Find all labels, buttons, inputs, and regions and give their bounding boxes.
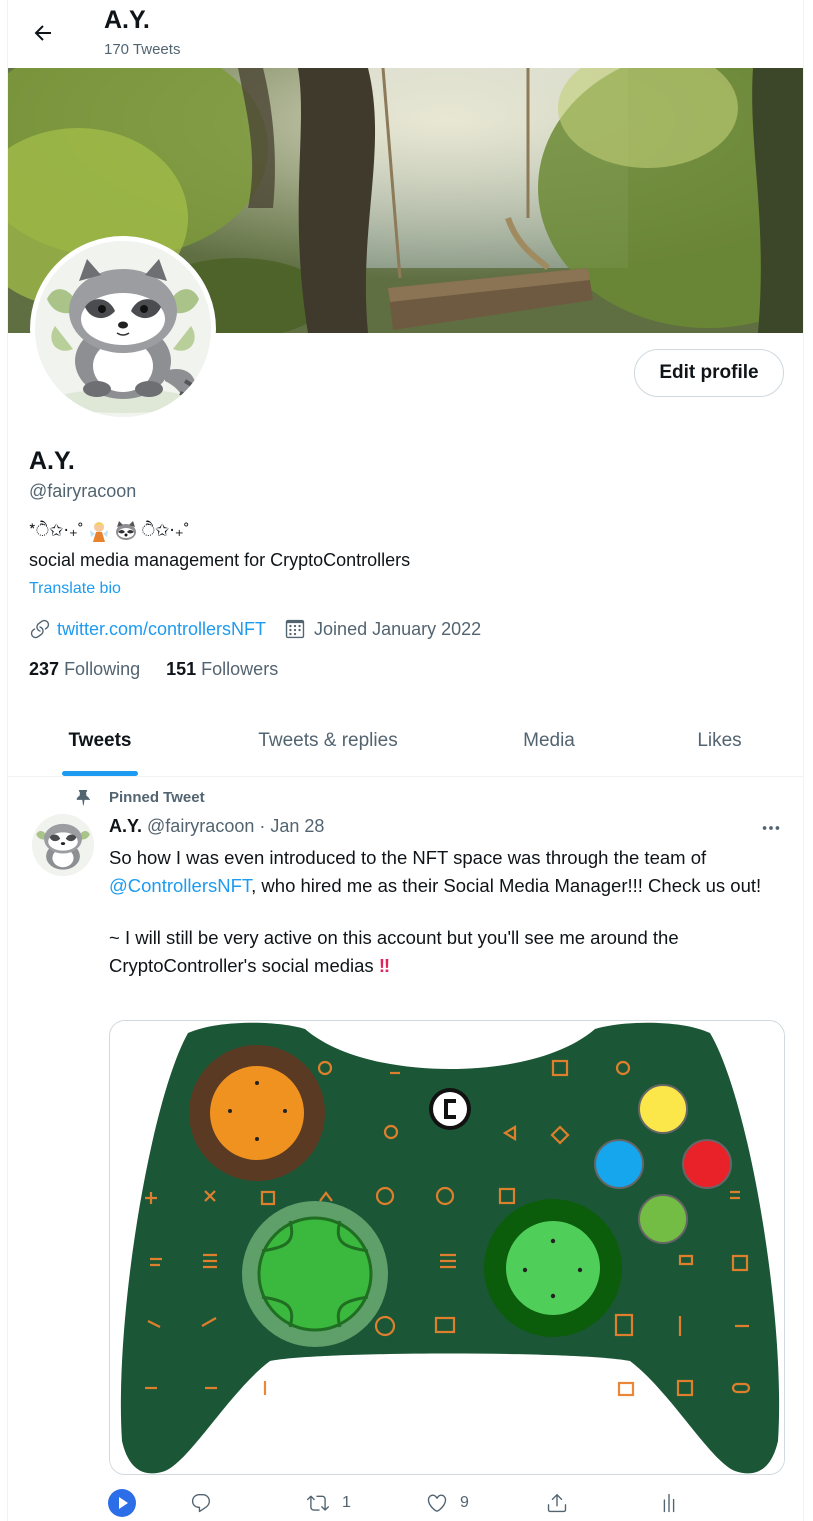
back-arrow-icon: [34, 25, 51, 41]
profile-column: A.Y. 170 Tweets Edit profile A.Y. @fairy…: [7, 0, 804, 1521]
play-button[interactable]: [108, 1486, 136, 1520]
like-button[interactable]: 9: [426, 1486, 469, 1520]
profile-tabs: Tweets Tweets & replies Media Likes: [8, 706, 803, 777]
header-name: A.Y.: [104, 6, 150, 34]
tab-tweets-and-replies[interactable]: Tweets & replies: [192, 706, 464, 776]
following-link[interactable]: 237 Following: [29, 659, 140, 680]
raccoon-emoji-icon: [115, 521, 136, 540]
followers-label: Followers: [201, 659, 279, 679]
tweet-text-2: , who hired me as their Social Media Man…: [251, 874, 762, 896]
raccoon-avatar-small: [32, 814, 94, 876]
tab-likes[interactable]: Likes: [634, 706, 803, 776]
link-icon: [30, 619, 50, 639]
tweet-date[interactable]: · Jan 28: [259, 816, 324, 836]
reply-button[interactable]: [190, 1486, 224, 1520]
double-exclamation-emoji: ‼: [378, 954, 390, 976]
tweet-text-1: So how I was even introduced to the NFT …: [109, 847, 707, 868]
raccoon-avatar-image: [35, 241, 211, 417]
tab-tweets[interactable]: Tweets: [8, 706, 192, 776]
pinned-row: [74, 786, 92, 808]
tweet-avatar[interactable]: [32, 814, 94, 876]
profile-avatar[interactable]: [30, 236, 216, 422]
more-icon: [762, 826, 780, 830]
bio-deco-left: *ੈ✩‧₊˚: [29, 521, 84, 540]
pin-icon: [76, 790, 91, 806]
like-icon: [427, 1494, 447, 1512]
analytics-icon: [663, 1493, 675, 1513]
tweet-mention[interactable]: @ControllersNFT: [109, 875, 251, 896]
followers-link[interactable]: 151 Followers: [166, 659, 278, 680]
share-button[interactable]: [546, 1486, 568, 1520]
tweet-actions: 1 9: [108, 1486, 698, 1520]
profile-name: A.Y.: [29, 447, 75, 475]
tweet-author[interactable]: A.Y.: [109, 816, 142, 836]
tweet-header: A.Y. @fairyracoon · Jan 28: [109, 816, 324, 837]
profile-meta: twitter.com/controllersNFT Joined Januar…: [29, 618, 481, 640]
profile-handle: @fairyracoon: [29, 481, 137, 501]
profile-bio: social media management for CryptoContro…: [29, 550, 411, 570]
bio-decoration-line: *ੈ✩‧₊˚ ੈ✩‧₊˚: [29, 518, 189, 544]
website-link[interactable]: twitter.com/controllersNFT: [57, 619, 266, 640]
follow-stats: 237 Following 151 Followers: [29, 659, 278, 680]
header-tweet-count: 170 Tweets: [104, 41, 181, 58]
translate-bio-link[interactable]: Translate bio: [29, 580, 121, 598]
retweet-button[interactable]: 1: [306, 1486, 351, 1520]
play-icon: [108, 1489, 136, 1517]
analytics-button[interactable]: [658, 1486, 680, 1520]
share-icon: [547, 1494, 567, 1513]
controller-image: [110, 1021, 784, 1474]
reply-icon: [191, 1494, 211, 1513]
joined-date: Joined January 2022: [314, 618, 482, 639]
calendar-icon: [285, 619, 305, 639]
more-options-button[interactable]: [758, 816, 784, 840]
bio-deco-right: ੈ✩‧₊˚: [141, 521, 190, 540]
tweet-handle[interactable]: @fairyracoon: [147, 816, 254, 836]
tweet-text: So how I was even introduced to the NFT …: [109, 844, 789, 979]
following-count: 237: [29, 659, 60, 679]
tweet-media[interactable]: [109, 1020, 785, 1475]
fairy-emoji-icon: [89, 522, 108, 542]
following-label: Following: [64, 659, 141, 679]
edit-profile-button[interactable]: Edit profile: [634, 349, 784, 397]
top-bar: A.Y. 170 Tweets: [8, 0, 803, 67]
tab-media[interactable]: Media: [464, 706, 634, 776]
active-tab-indicator: [62, 771, 138, 776]
tweet-text-3: ~ I will still be very active on this ac…: [109, 927, 679, 976]
retweet-count: 1: [342, 1494, 351, 1511]
retweet-icon: [307, 1495, 329, 1511]
pinned-label: Pinned Tweet: [109, 788, 205, 806]
followers-count: 151: [166, 659, 197, 679]
back-button[interactable]: [26, 16, 60, 50]
like-count: 9: [460, 1494, 469, 1511]
